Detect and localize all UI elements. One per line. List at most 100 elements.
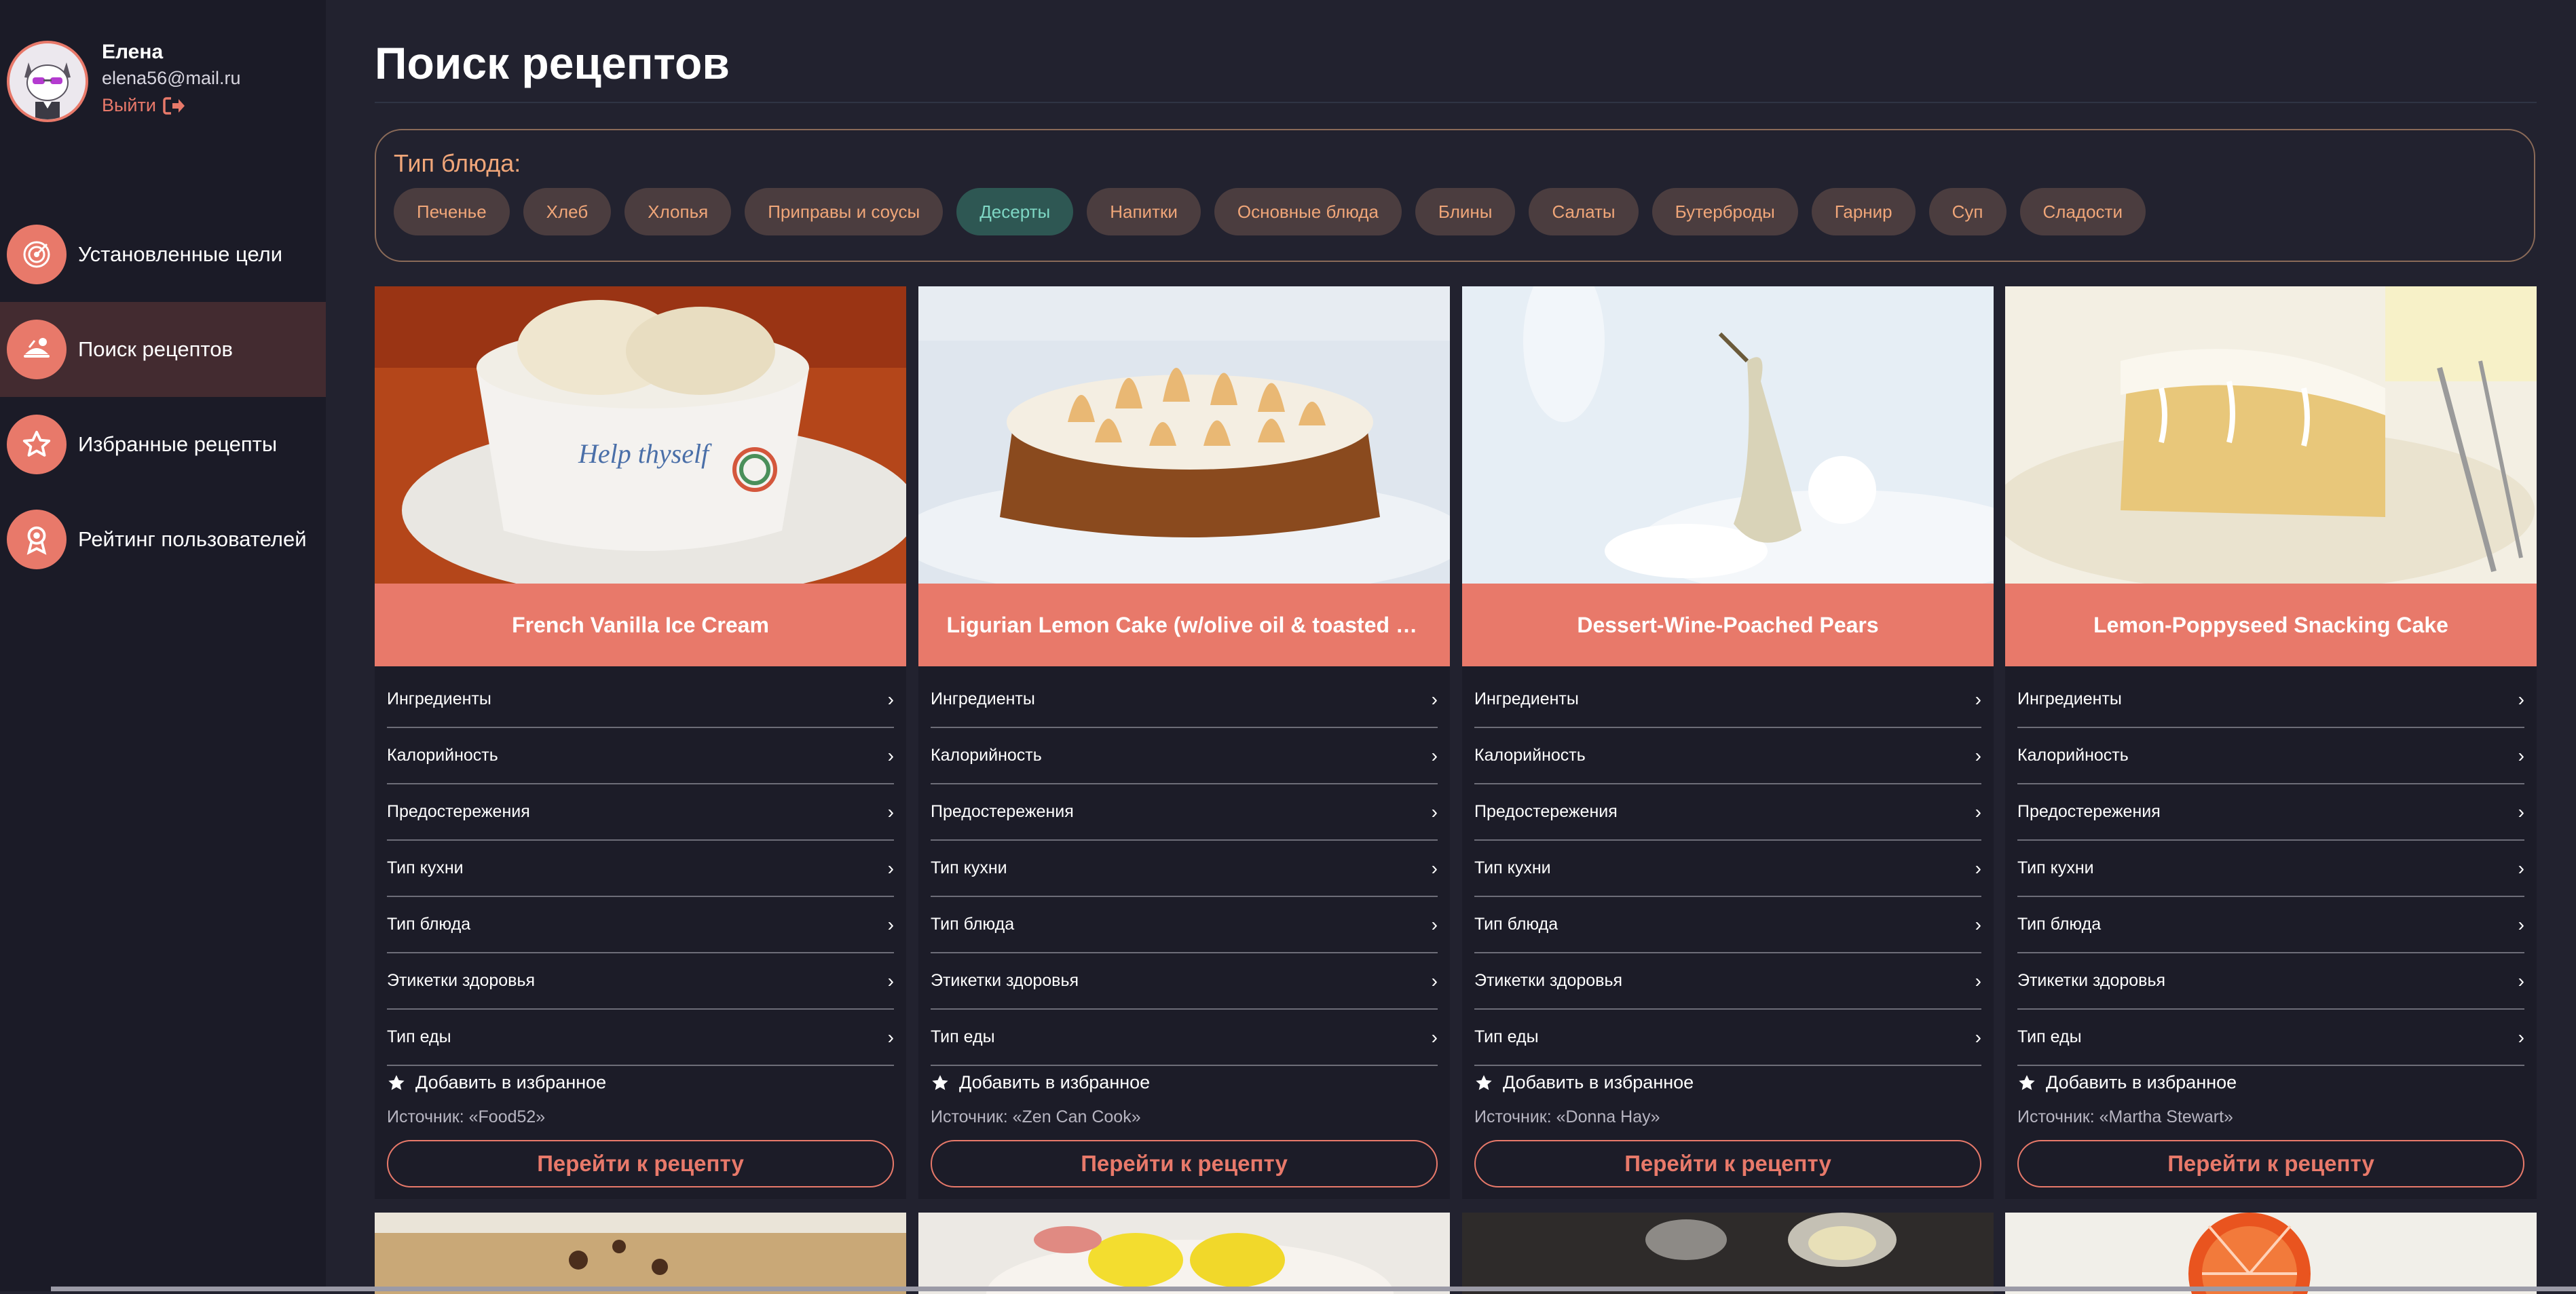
chevron-right-icon: › — [1431, 744, 1438, 766]
chip-desserts[interactable]: Десерты — [956, 188, 1074, 235]
horizontal-scrollbar[interactable] — [51, 1287, 2576, 1291]
recipe-image[interactable] — [1462, 286, 1994, 584]
row-cautions[interactable]: Предостережения › — [387, 784, 894, 841]
recipe-card-partial[interactable] — [2005, 1213, 2537, 1294]
nav-label: Рейтинг пользователей — [78, 527, 307, 551]
chip-salads[interactable]: Салаты — [1529, 188, 1639, 235]
row-health-labels[interactable]: Этикетки здоровья › — [1474, 953, 1981, 1010]
chef-icon — [7, 320, 67, 379]
recipe-card-partial[interactable] — [918, 1213, 1450, 1294]
recipe-title: Ligurian Lemon Cake (w/olive oil & toast… — [918, 584, 1450, 666]
open-recipe-button[interactable]: Перейти к рецепту — [1474, 1140, 1981, 1187]
open-recipe-button[interactable]: Перейти к рецепту — [931, 1140, 1438, 1187]
chip-drinks[interactable]: Напитки — [1087, 188, 1201, 235]
logout-link[interactable]: Выйти — [102, 95, 186, 116]
nav-item-goals[interactable]: Установленные цели — [0, 207, 326, 302]
row-ingredients[interactable]: Ингредиенты › — [2017, 672, 2524, 728]
add-favorite-button[interactable]: Добавить в избранное — [1474, 1072, 1694, 1093]
recipe-image[interactable] — [2005, 286, 2537, 584]
chip-bread[interactable]: Хлеб — [523, 188, 612, 235]
recipe-image[interactable]: Help thyself — [375, 286, 906, 584]
chevron-right-icon: › — [1431, 688, 1438, 710]
nav-label: Поиск рецептов — [78, 337, 233, 361]
row-meal-type[interactable]: Тип еды › — [931, 1010, 1438, 1066]
row-health-labels[interactable]: Этикетки здоровья › — [931, 953, 1438, 1010]
chip-cereals[interactable]: Хлопья — [624, 188, 732, 235]
chevron-right-icon: › — [1975, 970, 1981, 991]
row-calories[interactable]: Калорийность › — [387, 728, 894, 784]
recipe-source: Источник: «Martha Stewart» — [2017, 1107, 2233, 1126]
row-health-labels[interactable]: Этикетки здоровья › — [2017, 953, 2524, 1010]
row-cautions[interactable]: Предостережения › — [2017, 784, 2524, 841]
filter-chips: Печенье Хлеб Хлопья Приправы и соусы Дес… — [394, 188, 2146, 235]
chevron-right-icon: › — [2518, 688, 2524, 710]
row-ingredients[interactable]: Ингредиенты › — [387, 672, 894, 728]
nav-item-favorites[interactable]: Избранные рецепты — [0, 397, 326, 492]
row-cuisine-type[interactable]: Тип кухни › — [1474, 841, 1981, 897]
target-icon — [7, 225, 67, 284]
logout-label: Выйти — [102, 95, 156, 115]
star-icon — [2019, 1074, 2035, 1090]
recipe-card-partial[interactable] — [375, 1213, 906, 1294]
title-divider — [375, 102, 2537, 103]
svg-text:Help thyself: Help thyself — [578, 438, 712, 469]
row-cuisine-type[interactable]: Тип кухни › — [387, 841, 894, 897]
row-dish-type[interactable]: Тип блюда › — [931, 897, 1438, 953]
row-meal-type[interactable]: Тип еды › — [387, 1010, 894, 1066]
row-cuisine-type[interactable]: Тип кухни › — [931, 841, 1438, 897]
chip-main-course[interactable]: Основные блюда — [1214, 188, 1402, 235]
chevron-right-icon: › — [2518, 744, 2524, 766]
row-ingredients[interactable]: Ингредиенты › — [1474, 672, 1981, 728]
chip-side-dish[interactable]: Гарнир — [1811, 188, 1916, 235]
row-calories[interactable]: Калорийность › — [2017, 728, 2524, 784]
row-dish-type[interactable]: Тип блюда › — [2017, 897, 2524, 953]
add-favorite-button[interactable]: Добавить в избранное — [387, 1072, 606, 1093]
row-dish-type[interactable]: Тип блюда › — [1474, 897, 1981, 953]
nav-item-rating[interactable]: Рейтинг пользователей — [0, 492, 326, 587]
chevron-right-icon: › — [1975, 913, 1981, 935]
row-cautions[interactable]: Предостережения › — [1474, 784, 1981, 841]
chevron-right-icon: › — [1431, 801, 1438, 822]
chevron-right-icon: › — [1431, 1026, 1438, 1048]
chip-cookies[interactable]: Печенье — [394, 188, 510, 235]
recipe-card-partial[interactable] — [1462, 1213, 1994, 1294]
chevron-right-icon: › — [2518, 801, 2524, 822]
row-cuisine-type[interactable]: Тип кухни › — [2017, 841, 2524, 897]
chip-sweets[interactable]: Сладости — [2019, 188, 2146, 235]
add-favorite-button[interactable]: Добавить в избранное — [931, 1072, 1150, 1093]
chevron-right-icon: › — [887, 913, 894, 935]
nav-item-recipe-search[interactable]: Поиск рецептов — [0, 302, 326, 397]
recipe-source: Источник: «Donna Hay» — [1474, 1107, 1660, 1126]
page-title: Поиск рецептов — [375, 38, 730, 88]
chip-pancakes[interactable]: Блины — [1415, 188, 1516, 235]
row-health-labels[interactable]: Этикетки здоровья › — [387, 953, 894, 1010]
chip-sandwiches[interactable]: Бутерброды — [1651, 188, 1798, 235]
chevron-right-icon: › — [1975, 801, 1981, 822]
row-meal-type[interactable]: Тип еды › — [2017, 1010, 2524, 1066]
recipe-details: Ингредиенты › Калорийность › Предостережен… — [2017, 672, 2524, 1066]
chevron-right-icon: › — [2518, 913, 2524, 935]
row-meal-type[interactable]: Тип еды › — [1474, 1010, 1981, 1066]
row-cautions[interactable]: Предостережения › — [931, 784, 1438, 841]
add-favorite-button[interactable]: Добавить в избранное — [2017, 1072, 2237, 1093]
open-recipe-button[interactable]: Перейти к рецепту — [2017, 1140, 2524, 1187]
sidebar: Елена elena56@mail.ru Выйти Установленны… — [0, 0, 326, 1291]
star-icon — [932, 1074, 948, 1090]
chip-condiments-sauces[interactable]: Приправы и соусы — [745, 188, 944, 235]
chip-soup[interactable]: Суп — [1928, 188, 2006, 235]
dish-type-filter: Тип блюда: Печенье Хлеб Хлопья Приправы … — [375, 129, 2535, 262]
open-recipe-button[interactable]: Перейти к рецепту — [387, 1140, 894, 1187]
user-email: elena56@mail.ru — [102, 68, 241, 88]
chevron-right-icon: › — [1975, 744, 1981, 766]
row-calories[interactable]: Калорийность › — [931, 728, 1438, 784]
row-ingredients[interactable]: Ингредиенты › — [931, 672, 1438, 728]
recipe-details: Ингредиенты › Калорийность › Предостережен… — [931, 672, 1438, 1066]
sidebar-nav: Установленные цели Поиск рецептов Избран… — [0, 207, 326, 587]
avatar — [7, 41, 88, 122]
chevron-right-icon: › — [2518, 970, 2524, 991]
user-profile: Елена elena56@mail.ru Выйти — [7, 41, 319, 129]
chevron-right-icon: › — [1431, 913, 1438, 935]
row-calories[interactable]: Калорийность › — [1474, 728, 1981, 784]
recipe-image[interactable] — [918, 286, 1450, 584]
row-dish-type[interactable]: Тип блюда › — [387, 897, 894, 953]
